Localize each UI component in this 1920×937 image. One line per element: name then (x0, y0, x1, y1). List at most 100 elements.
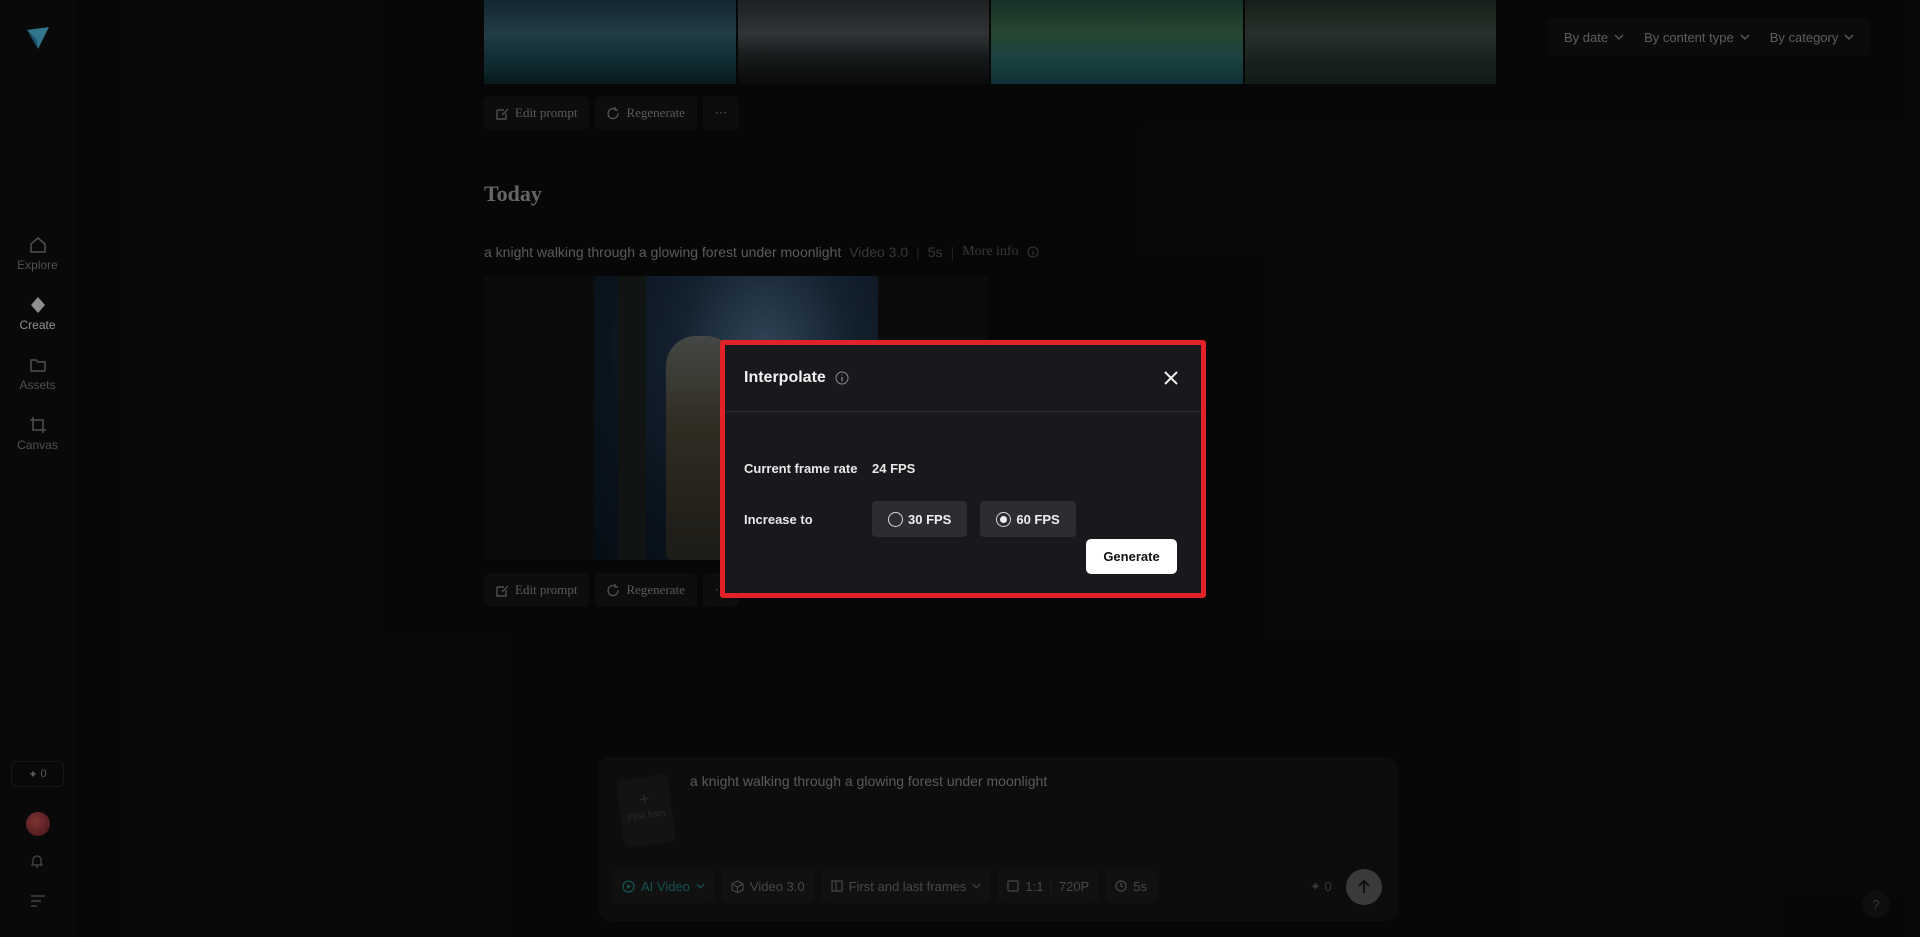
help-button[interactable]: ? (1862, 890, 1890, 918)
question-icon: ? (1872, 896, 1880, 912)
button-label: Regenerate (626, 582, 685, 597)
sidebar-item-explore[interactable]: Explore (0, 236, 75, 272)
result-thumbnail[interactable] (1244, 0, 1496, 84)
increase-to-row: Increase to 30 FPS 60 FPS (744, 478, 1089, 560)
filter-by-date[interactable]: By date (1554, 18, 1634, 56)
folder-icon (29, 359, 46, 372)
fps-option-60[interactable]: 60 FPS (980, 501, 1076, 537)
duration-label: 5s (1133, 878, 1147, 894)
close-icon (1164, 371, 1178, 385)
credit-cost: ✦ 0 (1310, 879, 1332, 895)
interpolate-dialog: Interpolate Current frame rate 24 FPS In… (725, 345, 1201, 593)
crop-icon (29, 417, 46, 433)
frames-mode-select[interactable]: First and last frames (820, 869, 992, 903)
dialog-header: Interpolate (725, 345, 1201, 412)
sparkle-icon: ✦ (28, 768, 38, 781)
frames-icon (831, 880, 843, 892)
tree-shape (618, 276, 646, 560)
mode-label: AI Video (641, 878, 690, 894)
home-icon (29, 237, 46, 253)
sidebar-item-create[interactable]: Create (0, 296, 75, 332)
sparkle-icon: ✦ (1310, 879, 1325, 894)
chevron-down-icon (1844, 34, 1854, 40)
sidebar-item-label: Explore (17, 258, 58, 272)
button-label: Regenerate (626, 105, 685, 120)
logo-icon[interactable] (24, 24, 52, 52)
result-thumbnail[interactable] (737, 0, 989, 84)
credits-value: 0 (40, 768, 47, 780)
generation-model: Video 3.0 (849, 244, 909, 260)
frames-mode-label: First and last frames (848, 878, 967, 894)
send-button[interactable] (1346, 869, 1382, 905)
filter-label: By content type (1644, 29, 1734, 45)
dialog-title: Interpolate (744, 369, 826, 386)
generation-meta: a knight walking through a glowing fores… (484, 244, 1039, 260)
more-info-link[interactable]: More info (962, 244, 1018, 260)
generate-button[interactable]: Generate (1086, 539, 1177, 574)
sidebar: Explore Create Assets Canvas ✦ 0 (0, 0, 75, 937)
fps-option-30[interactable]: 30 FPS (872, 501, 968, 537)
duration-select[interactable]: 5s (1105, 869, 1157, 903)
first-frame-upload[interactable]: + First fram (615, 773, 677, 849)
result-thumbnail[interactable] (484, 0, 736, 84)
diamond-icon (30, 297, 45, 313)
menu-icon[interactable] (30, 893, 46, 907)
cost-value: 0 (1324, 879, 1332, 894)
radio-unselected-icon (888, 511, 903, 527)
sidebar-item-assets[interactable]: Assets (0, 356, 75, 392)
current-frame-rate-value: 24 FPS (872, 460, 916, 476)
filter-by-category[interactable]: By category (1760, 18, 1865, 56)
model-select[interactable]: Video 3.0 (720, 869, 815, 903)
sidebar-item-canvas[interactable]: Canvas (0, 416, 75, 452)
regenerate-button[interactable]: Regenerate (595, 573, 697, 607)
current-frame-rate-row: Current frame rate 24 FPS (744, 458, 915, 478)
sidebar-item-label: Assets (19, 378, 56, 392)
arrow-up-icon (1358, 879, 1370, 893)
square-icon (1007, 880, 1019, 892)
cube-icon (731, 879, 744, 893)
divider: | (916, 244, 920, 260)
sidebar-item-label: Create (19, 318, 56, 332)
button-label: Edit prompt (515, 582, 578, 597)
close-button[interactable] (1160, 367, 1182, 389)
divider: | (950, 244, 955, 260)
mode-select[interactable]: AI Video (612, 869, 715, 903)
bell-icon[interactable] (29, 853, 45, 869)
generation-prompt: a knight walking through a glowing fores… (484, 244, 842, 260)
more-icon: ··· (714, 105, 728, 120)
filter-by-content-type[interactable]: By content type (1634, 18, 1760, 56)
fps-option-label: 30 FPS (908, 511, 952, 527)
prompt-input[interactable]: a knight walking through a glowing fores… (690, 773, 1047, 789)
edit-icon (496, 108, 509, 120)
current-frame-rate-label: Current frame rate (744, 460, 858, 476)
regenerate-button[interactable]: Regenerate (595, 96, 697, 130)
fps-option-label: 60 FPS (1016, 511, 1060, 527)
previous-results (484, 0, 1496, 84)
filter-label: By date (1564, 29, 1609, 45)
edit-prompt-button[interactable]: Edit prompt (484, 573, 590, 607)
sidebar-item-label: Canvas (17, 438, 58, 452)
result-thumbnail[interactable] (991, 0, 1243, 84)
refresh-icon (607, 583, 620, 596)
divider: | (1049, 878, 1053, 894)
filter-label: By category (1769, 29, 1839, 45)
edit-prompt-button[interactable]: Edit prompt (484, 96, 590, 130)
refresh-icon (607, 106, 620, 119)
more-options-button[interactable]: ··· (702, 96, 739, 130)
model-label: Video 3.0 (749, 878, 805, 894)
chevron-down-icon (696, 883, 705, 889)
avatar[interactable] (26, 812, 50, 836)
aspect-resolution-select[interactable]: 1:1 | 720P (997, 869, 1100, 903)
composer-toolbar: AI Video Video 3.0 First and last frames… (612, 869, 1157, 903)
credits-badge[interactable]: ✦ 0 (11, 761, 64, 787)
clock-icon (1115, 880, 1127, 892)
video-actions: Edit prompt Regenerate ··· (484, 573, 739, 607)
button-label: Edit prompt (515, 105, 578, 120)
chevron-down-icon (1740, 34, 1750, 40)
filter-bar: By date By content type By category (1548, 18, 1871, 56)
prompt-composer: + First fram a knight walking through a … (598, 757, 1398, 921)
info-icon[interactable] (835, 371, 849, 385)
generation-duration: 5s (927, 244, 943, 260)
section-title: Today (484, 181, 542, 206)
edit-icon (496, 585, 509, 597)
